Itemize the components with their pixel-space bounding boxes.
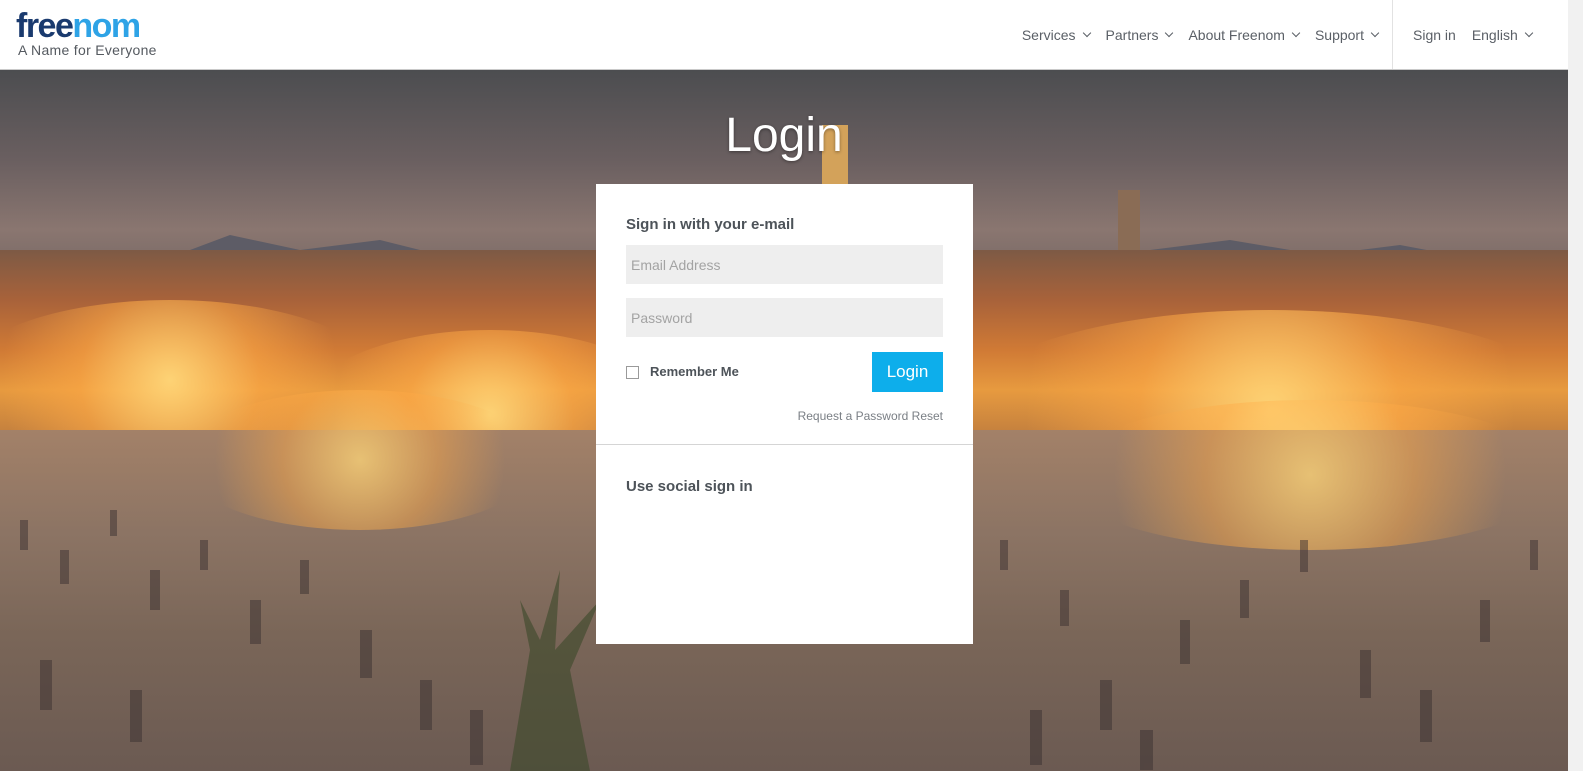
login-button[interactable]: Login xyxy=(872,352,943,392)
page-scrollbar[interactable] xyxy=(1568,0,1583,771)
nav-divider xyxy=(1392,0,1393,69)
nav-partners[interactable]: Partners xyxy=(1106,27,1174,43)
password-reset-link[interactable]: Request a Password Reset xyxy=(798,409,943,423)
login-card: Sign in with your e-mail Remember Me Log… xyxy=(596,184,973,644)
social-signin-heading: Use social sign in xyxy=(626,478,753,495)
chevron-down-icon xyxy=(1524,28,1533,38)
nav-services[interactable]: Services xyxy=(1022,27,1091,43)
page-title: Login xyxy=(725,109,843,162)
email-signin-heading: Sign in with your e-mail xyxy=(626,216,795,233)
chevron-down-icon xyxy=(1370,28,1380,38)
remember-me-label[interactable]: Remember Me xyxy=(650,364,739,379)
sign-in-link[interactable]: Sign in xyxy=(1413,27,1456,43)
remember-me-checkbox[interactable] xyxy=(626,366,639,379)
email-input[interactable] xyxy=(626,245,943,284)
logo-tagline: A Name for Everyone xyxy=(18,42,157,58)
main-nav: Services Partners About Freenom Support xyxy=(1006,0,1380,69)
password-input[interactable] xyxy=(626,298,943,337)
nav-support[interactable]: Support xyxy=(1315,27,1380,43)
top-navigation-bar: freenom A Name for Everyone Services Par… xyxy=(0,0,1568,70)
card-divider xyxy=(596,444,973,445)
chevron-down-icon xyxy=(1082,28,1091,38)
chevron-down-icon xyxy=(1165,28,1174,38)
account-nav: Sign in English xyxy=(1397,0,1533,69)
language-selector[interactable]: English xyxy=(1472,27,1533,43)
logo-wordmark: freenom xyxy=(16,7,141,45)
chevron-down-icon xyxy=(1291,28,1301,38)
freenom-logo[interactable]: freenom A Name for Everyone xyxy=(16,9,157,58)
nav-about[interactable]: About Freenom xyxy=(1188,27,1301,43)
